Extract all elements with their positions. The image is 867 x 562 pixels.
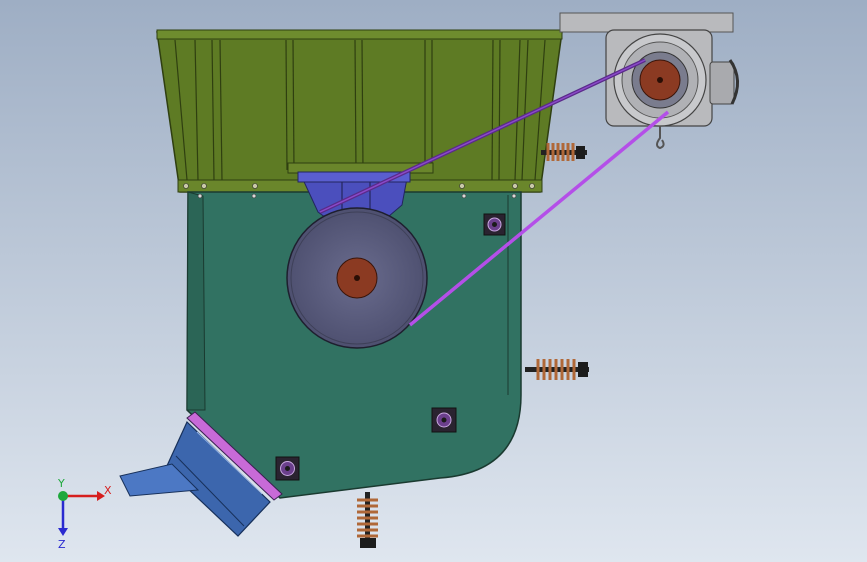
cad-viewport[interactable]: X Y Z [0, 0, 867, 562]
drive-pulley-shaft [657, 77, 663, 83]
triad-x-label: X [104, 484, 112, 497]
spring-cap [578, 362, 588, 377]
spring-cap [360, 538, 376, 548]
driven-pulley-shaft [354, 275, 360, 281]
hopper-top-flange [156, 29, 563, 40]
housing-left-ridge [186, 191, 206, 411]
spring-coils [536, 359, 576, 380]
mount-pad-upper[interactable] [483, 213, 506, 236]
pad-bolt [492, 222, 497, 227]
driven-pulley[interactable] [286, 207, 428, 349]
motor-mount-plate [559, 12, 734, 33]
triad-y-label: Y [57, 477, 65, 490]
spring-coils [357, 498, 378, 538]
mount-pad-middle[interactable] [431, 407, 457, 433]
pad-bolt [285, 466, 290, 471]
motor-terminal-box [709, 61, 735, 105]
hopper[interactable] [156, 29, 563, 193]
mount-pad-lower[interactable] [275, 456, 300, 481]
triad-z-label: Z [58, 538, 66, 551]
pad-bolt [441, 417, 447, 423]
triad-y-axis-icon [58, 491, 68, 501]
spring-cap [576, 146, 585, 159]
